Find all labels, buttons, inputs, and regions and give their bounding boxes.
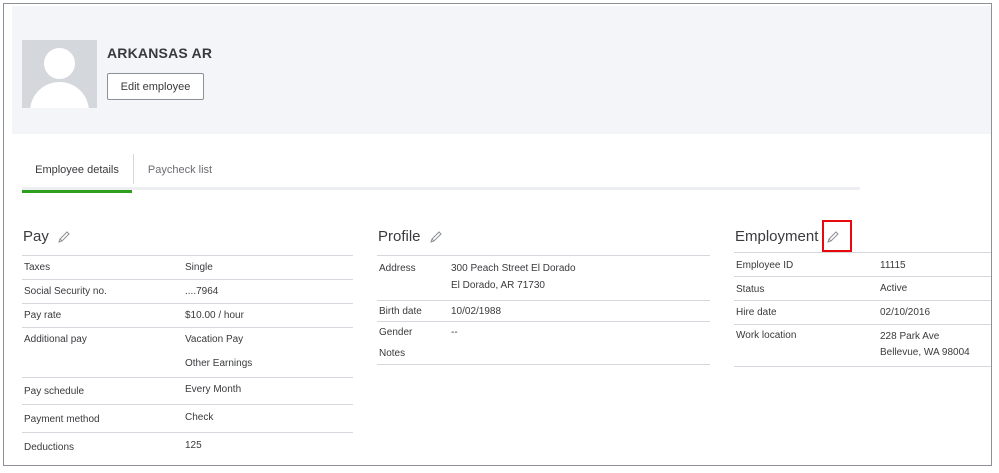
edit-employee-button[interactable]: Edit employee: [107, 73, 204, 100]
avatar-body-shape: [30, 82, 89, 108]
table-row: Deductions 125: [22, 433, 353, 461]
table-row: Pay rate $10.00 / hour: [22, 304, 353, 328]
tab-paycheck-list[interactable]: Paycheck list: [134, 149, 226, 190]
table-row: Address 300 Peach Street El Dorado El Do…: [377, 255, 710, 301]
row-value: 10/02/1988: [451, 306, 502, 317]
row-label: Additional pay: [24, 334, 87, 345]
profile-title: Profile: [378, 228, 421, 245]
avatar-head-shape: [44, 48, 75, 79]
row-label: Pay schedule: [24, 386, 85, 397]
row-value: Every Month: [185, 384, 242, 395]
table-row: Social Security no. ....7964: [22, 280, 353, 304]
row-value-secondary: Bellevue, WA 98004: [880, 347, 970, 358]
row-label: Address: [379, 263, 416, 274]
row-label: Birth date: [379, 306, 422, 317]
pay-section-header: Pay: [23, 228, 71, 245]
row-label: Deductions: [24, 442, 75, 453]
row-value: --: [451, 327, 458, 338]
tab-bar: Employee details Paycheck list: [22, 149, 860, 193]
table-row: Gender --: [377, 322, 710, 343]
row-label: Hire date: [736, 307, 777, 318]
pay-title: Pay: [23, 228, 49, 245]
row-label: Notes: [379, 348, 406, 359]
employment-title: Employment: [735, 228, 819, 245]
row-value: 228 Park Ave: [880, 331, 940, 342]
highlight-box: [822, 220, 852, 252]
avatar: [22, 40, 97, 108]
table-row: Payment method Check: [22, 405, 353, 433]
row-label: Pay rate: [24, 310, 62, 321]
row-label: Taxes: [24, 262, 51, 273]
table-row: Status Active: [734, 277, 991, 301]
row-value: Vacation Pay: [185, 334, 244, 345]
row-value: 300 Peach Street El Dorado: [451, 263, 576, 274]
row-value: 11115: [880, 260, 906, 271]
pay-table: Taxes Single Social Security no. ....796…: [22, 255, 353, 461]
row-value: 125: [185, 440, 202, 451]
profile-section-header: Profile: [378, 228, 443, 245]
employment-table: Employee ID 11115 Status Active Hire dat…: [734, 252, 991, 367]
row-label: Social Security no.: [24, 286, 107, 297]
table-row: Employee ID 11115: [734, 252, 991, 277]
employee-name: ARKANSAS AR: [107, 45, 213, 61]
table-row: Work location 228 Park Ave Bellevue, WA …: [734, 325, 991, 367]
row-label: Payment method: [24, 414, 100, 425]
row-value: 02/10/2016: [880, 307, 931, 318]
profile-table: Address 300 Peach Street El Dorado El Do…: [377, 255, 710, 365]
row-value-secondary: El Dorado, AR 71730: [451, 280, 545, 291]
pencil-icon[interactable]: [429, 230, 443, 244]
table-row: Taxes Single: [22, 255, 353, 280]
row-value: Check: [185, 412, 214, 423]
row-label: Gender: [379, 327, 413, 338]
row-label: Work location: [736, 330, 797, 341]
row-label: Employee ID: [736, 260, 794, 271]
table-row: Additional pay Vacation Pay Other Earnin…: [22, 328, 353, 378]
row-value: Single: [185, 262, 213, 273]
table-row: Hire date 02/10/2016: [734, 301, 991, 325]
employee-header: ARKANSAS AR Edit employee: [12, 6, 991, 134]
employee-page: ARKANSAS AR Edit employee Employee detai…: [3, 3, 992, 466]
tab-employee-details[interactable]: Employee details: [22, 149, 132, 193]
table-row: Pay schedule Every Month: [22, 378, 353, 405]
row-value: Active: [880, 283, 908, 294]
pencil-icon[interactable]: [57, 230, 71, 244]
row-value-secondary: Other Earnings: [185, 358, 253, 369]
row-value: ....7964: [185, 286, 219, 297]
table-row: Birth date 10/02/1988: [377, 301, 710, 322]
row-label: Status: [736, 284, 765, 295]
table-row: Notes: [377, 343, 710, 365]
row-value: $10.00 / hour: [185, 310, 244, 321]
